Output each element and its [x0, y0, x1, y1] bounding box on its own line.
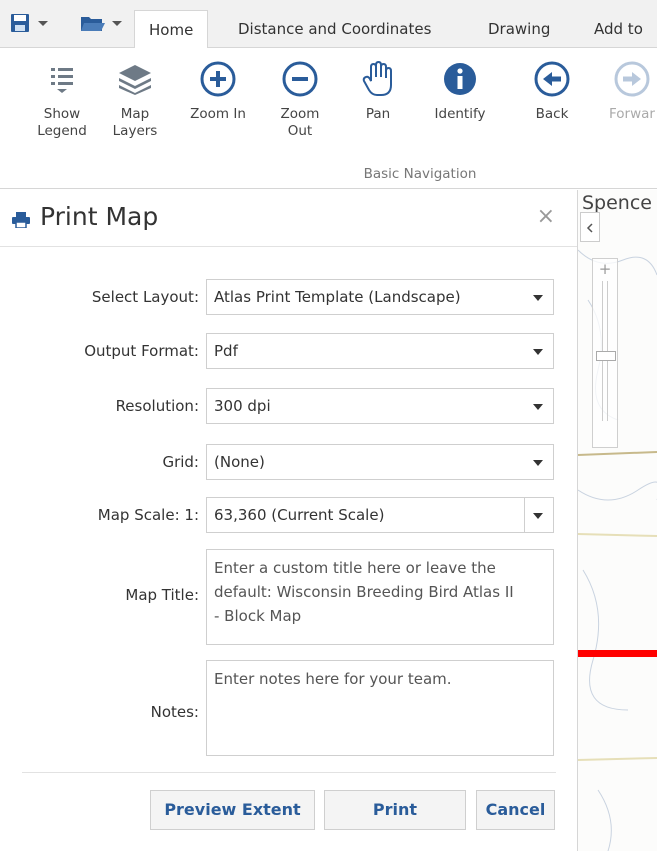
pan-label: Pan — [365, 106, 391, 122]
chevron-down-icon — [533, 349, 543, 355]
output-format-dropdown[interactable]: Pdf — [206, 333, 554, 369]
chevron-down-icon — [533, 460, 543, 466]
panel-title: Print Map — [40, 202, 159, 231]
select-layout-dropdown[interactable]: Atlas Print Template (Landscape) — [206, 279, 554, 315]
zoom-out-button[interactable]: Zoom Out — [268, 52, 332, 140]
save-icon[interactable] — [10, 13, 30, 33]
zoom-in-control[interactable]: + — [593, 259, 617, 279]
forward-button[interactable]: Forwar — [600, 52, 657, 123]
pan-button[interactable]: Pan — [346, 52, 410, 123]
back-button[interactable]: Back — [520, 52, 584, 123]
chevron-down-icon[interactable] — [36, 18, 50, 28]
forward-label: Forwar — [609, 106, 655, 122]
identify-label: Identify — [434, 106, 486, 122]
printer-icon — [12, 212, 30, 228]
layers-icon — [119, 65, 151, 95]
cancel-button[interactable]: Cancel — [476, 790, 555, 830]
zoom-slider[interactable]: + — [592, 258, 618, 448]
select-layout-value: Atlas Print Template (Landscape) — [214, 288, 461, 306]
zoom-in-button[interactable]: Zoom In — [186, 52, 250, 123]
print-button[interactable]: Print — [324, 790, 466, 830]
ribbon-tab-bar: Home Distance and Coordinates Drawing Ad… — [0, 0, 657, 49]
back-label: Back — [535, 106, 569, 122]
collapse-panel-handle[interactable] — [580, 212, 600, 242]
show-legend-label-2: Legend — [37, 123, 87, 139]
select-layout-label: Select Layout: — [91, 288, 199, 306]
map-title-placeholder-line-1: Enter a custom title here or leave the — [214, 559, 496, 577]
map-title-placeholder-line-2: default: Wisconsin Breeding Bird Atlas I… — [214, 583, 514, 601]
forward-arrow-icon — [614, 61, 650, 97]
chevron-down-icon[interactable] — [533, 513, 543, 519]
output-format-value: Pdf — [214, 342, 238, 360]
map-view[interactable]: Spence + — [578, 190, 657, 851]
zoom-out-icon — [282, 61, 318, 97]
highlighted-road — [578, 650, 657, 657]
panel-divider — [22, 772, 556, 773]
tab-add-to[interactable]: Add to — [580, 10, 657, 48]
back-arrow-icon — [534, 61, 570, 97]
map-title-textarea[interactable]: Enter a custom title here or leave the d… — [206, 549, 554, 645]
notes-label: Notes: — [150, 703, 199, 721]
notes-placeholder: Enter notes here for your team. — [214, 670, 452, 688]
panel-header: Print Map × — [0, 190, 577, 247]
grid-dropdown[interactable]: (None) — [206, 444, 554, 480]
map-place-label: Spence — [582, 192, 652, 214]
info-icon — [444, 63, 476, 95]
combo-separator — [524, 498, 525, 532]
zoom-in-icon — [200, 61, 236, 97]
resolution-label: Resolution: — [115, 397, 199, 415]
chevron-left-icon[interactable] — [586, 223, 594, 233]
map-scale-value[interactable]: 63,360 (Current Scale) — [214, 506, 384, 524]
chevron-down-icon — [533, 404, 543, 410]
grid-label: Grid: — [162, 453, 199, 471]
map-scale-combobox[interactable]: 63,360 (Current Scale) — [206, 497, 554, 533]
tab-home[interactable]: Home — [134, 10, 209, 49]
ribbon: Show Legend Map Layers Zoom In Zoom Out … — [0, 48, 657, 189]
zoom-slider-thumb[interactable] — [596, 351, 616, 361]
group-label-basic-navigation: Basic Navigation — [363, 166, 477, 182]
show-legend-label-1: Show — [43, 106, 81, 122]
grid-value: (None) — [214, 453, 265, 471]
chevron-down-icon[interactable] — [110, 18, 124, 28]
show-legend-button[interactable]: Show Legend — [30, 52, 94, 140]
print-map-panel: Print Map × Select Layout: Atlas Print T… — [0, 190, 578, 851]
map-layers-label-1: Map — [120, 106, 150, 122]
close-icon[interactable]: × — [537, 204, 555, 229]
open-menu[interactable] — [80, 8, 124, 38]
notes-textarea[interactable]: Enter notes here for your team. — [206, 660, 554, 756]
identify-button[interactable]: Identify — [428, 52, 492, 123]
map-scale-label: Map Scale: 1: — [97, 506, 199, 524]
preview-extent-button[interactable]: Preview Extent — [150, 790, 315, 830]
zoom-out-label: Zoom Out — [280, 106, 320, 139]
zoom-in-label: Zoom In — [190, 106, 246, 122]
tab-distance-coordinates[interactable]: Distance and Coordinates — [224, 10, 445, 48]
resolution-dropdown[interactable]: 300 dpi — [206, 388, 554, 424]
map-title-label: Map Title: — [125, 586, 199, 604]
folder-icon[interactable] — [80, 13, 106, 33]
resolution-value: 300 dpi — [214, 397, 271, 415]
hand-icon — [362, 61, 392, 96]
legend-list-icon — [51, 68, 73, 93]
save-menu[interactable] — [10, 8, 50, 38]
output-format-label: Output Format: — [84, 342, 199, 360]
map-layers-label-2: Layers — [112, 123, 158, 139]
chevron-down-icon — [533, 295, 543, 301]
map-title-placeholder-line-3: - Block Map — [214, 607, 302, 625]
tab-drawing[interactable]: Drawing — [474, 10, 564, 48]
map-layers-button[interactable]: Map Layers — [103, 52, 167, 140]
